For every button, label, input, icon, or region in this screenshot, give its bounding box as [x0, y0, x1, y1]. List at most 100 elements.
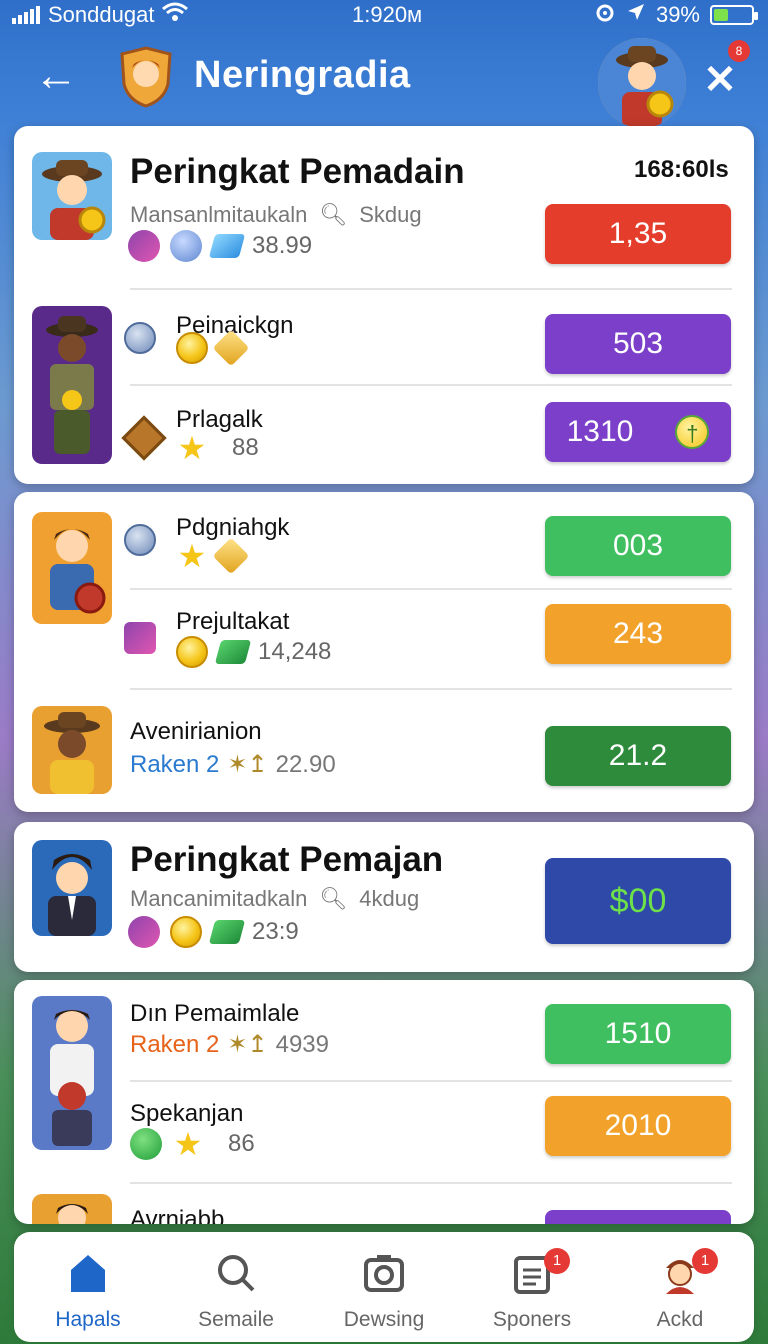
- nav-label: Dewsing: [343, 1308, 425, 1331]
- card-subtitle: Mancanimitadkaln: [130, 886, 308, 911]
- star-icon: ★: [173, 1126, 203, 1162]
- search-icon[interactable]: 🔍︎: [319, 886, 347, 912]
- divider: [130, 1080, 732, 1082]
- card-title: Peringkat Pemajan: [130, 840, 444, 879]
- nav-item-sponsors[interactable]: 1 Sponers: [458, 1232, 606, 1342]
- score-button[interactable]: 503: [545, 314, 731, 374]
- player-avatar[interactable]: [32, 306, 112, 464]
- nav-item-camera[interactable]: Dewsing: [310, 1232, 458, 1342]
- score-button[interactable]: 21.2: [545, 726, 731, 786]
- status-right: 39%: [594, 2, 758, 28]
- player-name: Avrnjabb: [130, 1206, 225, 1224]
- search-label[interactable]: 4kdug: [359, 886, 419, 912]
- reward-value: 88: [232, 434, 259, 461]
- nav-item-home[interactable]: Hapals: [14, 1232, 162, 1342]
- leaderboard-card-1: Peringkat Pemadain 168:60ls Mansanlmitau…: [14, 126, 754, 484]
- nav-label: Hapals: [55, 1308, 121, 1331]
- reward-icons: [121, 415, 167, 461]
- score-button[interactable]: 1510: [545, 1004, 731, 1064]
- reward-value: 14,248: [258, 638, 332, 665]
- divider: [130, 588, 732, 590]
- gem-icon: [128, 230, 160, 262]
- divider: [130, 384, 732, 386]
- reward-value: 22.90: [275, 750, 336, 778]
- reward-icons: [124, 622, 156, 654]
- score-button[interactable]: [545, 1210, 731, 1224]
- notification-badge: 1: [692, 1248, 718, 1274]
- status-time: 1:920м: [352, 2, 423, 27]
- countdown-timer: 168:60ls: [634, 156, 729, 183]
- header-avatar[interactable]: [598, 38, 686, 128]
- player-avatar[interactable]: [32, 512, 112, 624]
- gem-icon: [128, 916, 160, 948]
- rank-label: Raken 2: [130, 1030, 220, 1058]
- score-button[interactable]: 2010: [545, 1096, 731, 1156]
- back-button[interactable]: ←: [30, 54, 82, 102]
- rank-row: Raken 2 ✶↥ 22.90: [130, 750, 336, 779]
- divider: [130, 288, 732, 290]
- reward-icons: [124, 524, 156, 556]
- coin-icon: [176, 636, 208, 668]
- star-icon: ★: [177, 430, 207, 466]
- player-avatar[interactable]: [32, 840, 112, 936]
- reward-icons: 38.99: [128, 230, 312, 262]
- nav-label: Semaile: [198, 1308, 274, 1331]
- cash-stack-icon: [214, 640, 252, 664]
- badge-icon: [124, 322, 156, 354]
- reward-value: 38.99: [252, 232, 313, 259]
- bonus-coin-icon[interactable]: †: [675, 415, 710, 449]
- reward-value: 23:9: [252, 918, 299, 945]
- score-button[interactable]: 003: [545, 516, 731, 576]
- coin-icon: [170, 916, 202, 948]
- close-button[interactable]: ✕: [700, 60, 740, 100]
- battery-icon: [710, 5, 758, 25]
- score-button[interactable]: 1310 †: [545, 402, 731, 462]
- player-name: Prejultakat: [176, 608, 290, 635]
- carrier-name: Sonddugat: [48, 2, 155, 27]
- notification-badge: 1: [544, 1248, 570, 1274]
- rank-label: Raken 2: [130, 750, 220, 778]
- snowflake-icon: [170, 230, 202, 262]
- reward-icons: ★ 88: [176, 432, 259, 464]
- score-button[interactable]: 243: [545, 604, 731, 664]
- card-subtitle-row: Mansanlmitaukaln 🔍︎ Skdug: [130, 202, 422, 228]
- nav-item-search[interactable]: Semaile: [162, 1232, 310, 1342]
- divider: [130, 688, 732, 690]
- reward-icons: ★: [176, 537, 250, 575]
- home-icon: [71, 1255, 105, 1292]
- status-bar: Sonddugat 1:920м 39%: [0, 0, 768, 30]
- card-title: Peringkat Pemadain: [130, 152, 465, 191]
- shield-logo-icon: [118, 46, 174, 108]
- score-button[interactable]: 1,35: [545, 204, 731, 264]
- reward-value: 86: [228, 1130, 255, 1157]
- sparkle-icon: ✶↥: [227, 751, 268, 778]
- nav-label: Ackd: [656, 1308, 704, 1331]
- crate-icon: [121, 415, 167, 461]
- camera-icon: [364, 1255, 404, 1292]
- battery-level: [714, 9, 729, 21]
- gold-diamond-icon: [212, 537, 250, 575]
- player-avatar[interactable]: [32, 706, 112, 794]
- player-avatar[interactable]: [32, 1194, 112, 1224]
- player-name: Avenirianion: [130, 718, 262, 745]
- cash-stack-icon: [208, 234, 246, 258]
- search-icon[interactable]: 🔍︎: [319, 202, 347, 228]
- player-name: Spekanjan: [130, 1100, 244, 1127]
- search-icon: [218, 1255, 255, 1292]
- nav-item-profile[interactable]: 1 Ackd: [606, 1232, 754, 1342]
- card-subtitle-row: Mancanimitadkaln 🔍︎ 4kdug: [130, 886, 419, 912]
- leaderboard-card-2: Pdgniahgk ★ 003 Prejultakat 14,248 243 A…: [14, 492, 754, 812]
- badge-icon: [124, 524, 156, 556]
- score-value: 1310: [566, 415, 634, 448]
- player-avatar[interactable]: [32, 996, 112, 1150]
- search-label[interactable]: Skdug: [359, 202, 421, 228]
- reward-icons: [124, 322, 156, 354]
- bottom-nav: Hapals Semaile Dewsing 1 Sponers 1 Ackd: [14, 1232, 754, 1342]
- player-avatar[interactable]: [32, 152, 112, 240]
- leaderboard-card-3: Peringkat Pemajan Mancanimitadkaln 🔍︎ 4k…: [14, 822, 754, 972]
- battery-percent: 39%: [655, 2, 700, 27]
- score-button[interactable]: $00: [545, 858, 731, 944]
- app-header: ← Neringradia ✕ 8: [0, 30, 768, 128]
- location-icon: [626, 2, 646, 28]
- divider: [130, 1182, 732, 1184]
